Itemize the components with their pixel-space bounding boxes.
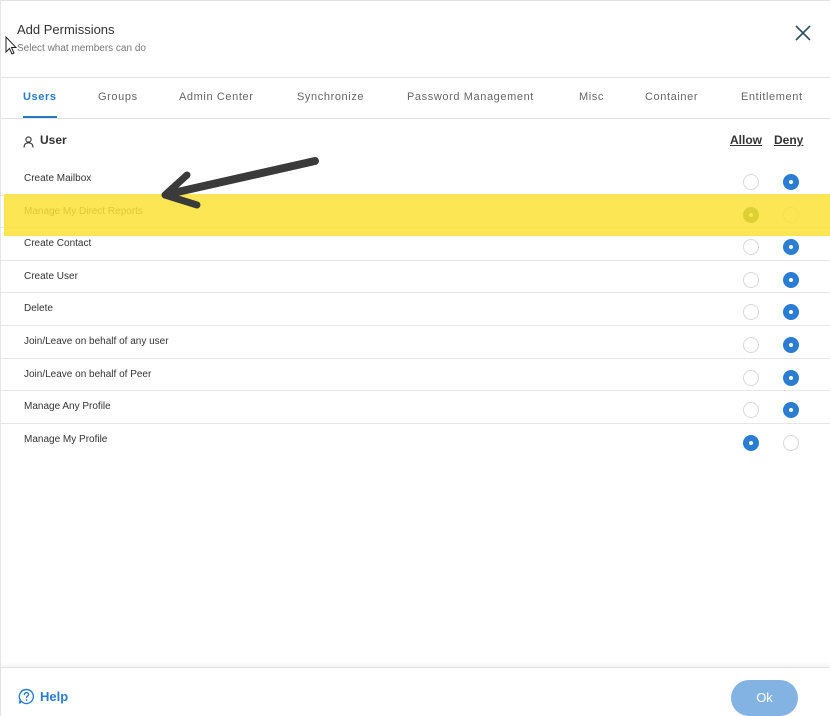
deny-radio[interactable]: [783, 206, 799, 223]
permission-row-manage-any-profile: Manage Any Profile: [1, 391, 830, 424]
permission-label: Join/Leave on behalf of Peer: [24, 368, 152, 380]
help-label: Help: [40, 689, 69, 704]
tab-synchronize[interactable]: Synchronize: [297, 78, 364, 118]
deny-radio[interactable]: [783, 434, 799, 451]
permission-label: Manage Any Profile: [24, 401, 111, 413]
allow-radio[interactable]: [743, 336, 759, 353]
allow-radio[interactable]: [743, 239, 759, 256]
deny-radio[interactable]: [783, 271, 799, 288]
allow-radio[interactable]: [743, 174, 759, 190]
mouse-cursor-icon: [5, 36, 17, 55]
permission-row-join-leave-any-user: Join/Leave on behalf of any user: [1, 326, 830, 359]
permission-row-join-leave-peer: Join/Leave on behalf of Peer: [1, 359, 830, 392]
allow-radio[interactable]: [743, 271, 759, 288]
deny-column-header[interactable]: Deny: [774, 133, 803, 147]
permission-label: Create Mailbox: [24, 173, 92, 184]
permission-row-delete: Delete: [1, 293, 830, 326]
allow-radio[interactable]: [743, 304, 759, 321]
close-icon[interactable]: [793, 23, 813, 43]
permission-tabs: Users Groups Admin Center Synchronize Pa…: [1, 78, 830, 119]
permission-row-manage-my-direct-reports: Manage My Direct Reports: [1, 196, 830, 229]
tab-container[interactable]: Container: [645, 78, 698, 118]
permission-list: Create Mailbox Manage My Direct Reports …: [1, 163, 830, 456]
tab-groups[interactable]: Groups: [98, 78, 138, 118]
tab-users[interactable]: Users: [23, 78, 57, 118]
permission-row-create-user: Create User: [1, 261, 830, 294]
deny-radio[interactable]: [783, 174, 799, 190]
user-icon: [23, 136, 34, 148]
deny-radio[interactable]: [783, 402, 799, 419]
dialog-subtitle: Select what members can do: [17, 43, 146, 54]
allow-column-header[interactable]: Allow: [730, 133, 762, 147]
tab-password-management[interactable]: Password Management: [407, 78, 534, 118]
permission-row-create-mailbox: Create Mailbox: [1, 163, 830, 196]
section-title: User: [40, 133, 67, 147]
tab-entitlement[interactable]: Entitlement: [741, 78, 803, 118]
permission-label: Manage My Profile: [24, 433, 108, 445]
deny-radio[interactable]: [783, 369, 799, 386]
permission-label: Create User: [24, 270, 78, 282]
permission-label: Delete: [24, 303, 53, 315]
permission-row-manage-my-profile: Manage My Profile: [1, 424, 830, 457]
permission-label: Join/Leave on behalf of any user: [24, 335, 169, 347]
allow-radio[interactable]: [743, 434, 759, 451]
user-section-header: User Allow Deny: [1, 129, 830, 153]
dialog-title: Add Permissions: [17, 22, 115, 37]
ok-button[interactable]: Ok: [731, 680, 798, 716]
tab-admin-center[interactable]: Admin Center: [179, 78, 253, 118]
allow-radio[interactable]: [743, 206, 759, 223]
dialog-header: Add Permissions Select what members can …: [1, 1, 830, 78]
deny-radio[interactable]: [783, 239, 799, 256]
dialog-footer: Help Ok: [1, 667, 830, 716]
add-permissions-dialog: Add Permissions Select what members can …: [0, 0, 830, 716]
allow-radio[interactable]: [743, 402, 759, 419]
tab-misc[interactable]: Misc: [579, 78, 604, 118]
permission-label: Manage My Direct Reports: [24, 205, 143, 217]
help-icon: [18, 688, 35, 705]
permission-row-create-contact: Create Contact: [1, 228, 830, 261]
permission-label: Create Contact: [24, 238, 92, 250]
allow-radio[interactable]: [743, 369, 759, 386]
deny-radio[interactable]: [783, 336, 799, 353]
deny-radio[interactable]: [783, 304, 799, 321]
